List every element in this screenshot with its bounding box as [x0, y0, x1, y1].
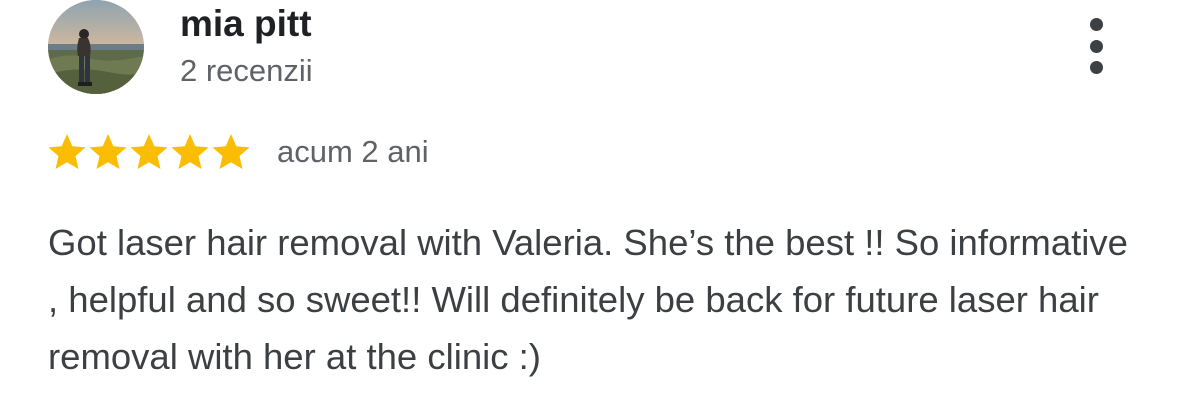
- avatar-photo: [48, 0, 144, 94]
- star-rating: [47, 132, 251, 172]
- star-icon: [130, 134, 168, 169]
- more-vert-icon: [1089, 18, 1103, 31]
- review-date: acum 2 ani: [277, 134, 429, 169]
- author-name[interactable]: mia pitt: [180, 2, 312, 46]
- author-review-count[interactable]: 2 recenzii: [180, 52, 313, 90]
- rating-row: acum 2 ani: [47, 132, 429, 172]
- review-text: Got laser hair removal with Valeria. She…: [48, 222, 1128, 377]
- avatar[interactable]: [48, 0, 144, 94]
- star-icon: [212, 134, 250, 169]
- more-options-button[interactable]: [1078, 18, 1114, 74]
- review-card: mia pitt 2 recenzii acum 2 ani Got laser…: [0, 0, 1179, 412]
- more-vert-icon-dot: [1089, 39, 1103, 53]
- star-icon: [89, 134, 127, 169]
- star-icon: [48, 134, 86, 169]
- star-icon: [171, 134, 209, 169]
- more-vert-icon-dot: [1089, 61, 1103, 74]
